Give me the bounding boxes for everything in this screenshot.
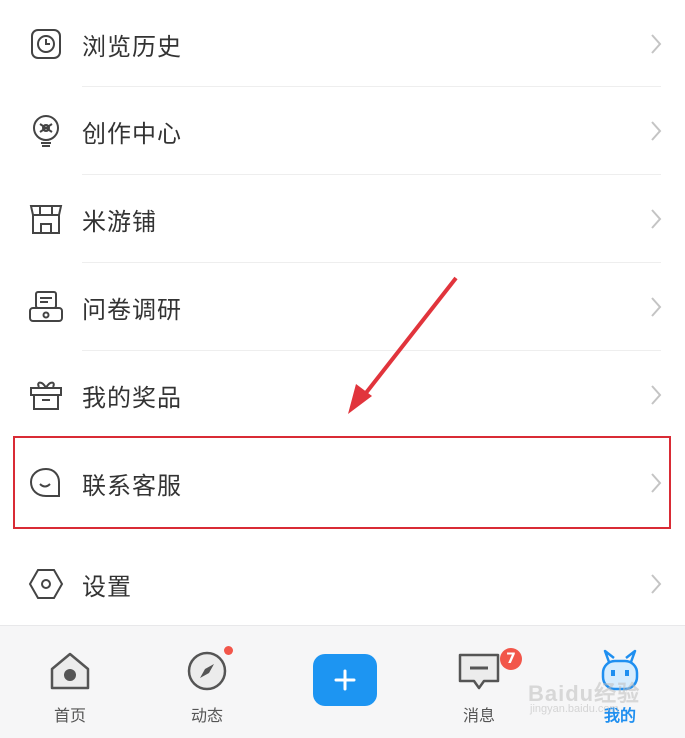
home-icon — [50, 652, 90, 690]
menu-item-contact-support[interactable]: 联系客服 — [0, 439, 685, 527]
menu-item-survey[interactable]: 问卷调研 — [0, 263, 685, 351]
message-icon — [458, 653, 500, 690]
menu-item-label: 创作中心 — [82, 119, 182, 148]
menu-item-creator-center[interactable]: 创作中心 — [0, 87, 685, 175]
chevron-right-icon — [651, 34, 662, 54]
create-post-button[interactable] — [313, 654, 377, 706]
lightbulb-icon — [26, 111, 66, 151]
chat-bubble-icon — [26, 463, 66, 503]
watermark-url: jingyan.baidu.com — [530, 703, 619, 715]
chevron-right-icon — [651, 297, 662, 317]
clock-icon — [26, 24, 66, 64]
tab-label: 首页 — [53, 706, 86, 725]
settings-menu: 浏览历史 创作中心 米游铺 问卷调研 我的奖品 联系客服 设置 — [0, 0, 685, 625]
plus-icon — [334, 669, 356, 691]
menu-item-browse-history[interactable]: 浏览历史 — [0, 0, 685, 88]
tab-label: 消息 — [462, 706, 495, 725]
menu-item-label: 我的奖品 — [82, 383, 182, 412]
tab-label: 动态 — [190, 706, 223, 725]
chevron-right-icon — [651, 473, 662, 493]
menu-item-label: 米游铺 — [82, 207, 157, 236]
compass-icon — [187, 651, 227, 691]
chevron-right-icon — [651, 385, 662, 405]
menu-item-settings[interactable]: 设置 — [0, 540, 685, 628]
survey-icon — [26, 287, 66, 327]
menu-item-mihoyo-shop[interactable]: 米游铺 — [0, 175, 685, 263]
chevron-right-icon — [651, 574, 662, 594]
chevron-right-icon — [651, 209, 662, 229]
notification-dot — [224, 646, 233, 655]
store-icon — [26, 199, 66, 239]
menu-item-label: 联系客服 — [82, 471, 182, 500]
tab-feed[interactable]: 动态 — [152, 626, 262, 738]
gift-icon — [26, 375, 66, 415]
settings-hexagon-icon — [26, 564, 66, 604]
tab-messages[interactable]: 7 消息 — [424, 626, 534, 738]
menu-item-label: 设置 — [82, 572, 132, 601]
menu-item-my-prizes[interactable]: 我的奖品 — [0, 351, 685, 439]
unread-badge: 7 — [500, 648, 522, 670]
menu-item-label: 浏览历史 — [82, 32, 182, 61]
chevron-right-icon — [651, 121, 662, 141]
menu-item-label: 问卷调研 — [82, 295, 182, 324]
tab-home[interactable]: 首页 — [15, 626, 125, 738]
